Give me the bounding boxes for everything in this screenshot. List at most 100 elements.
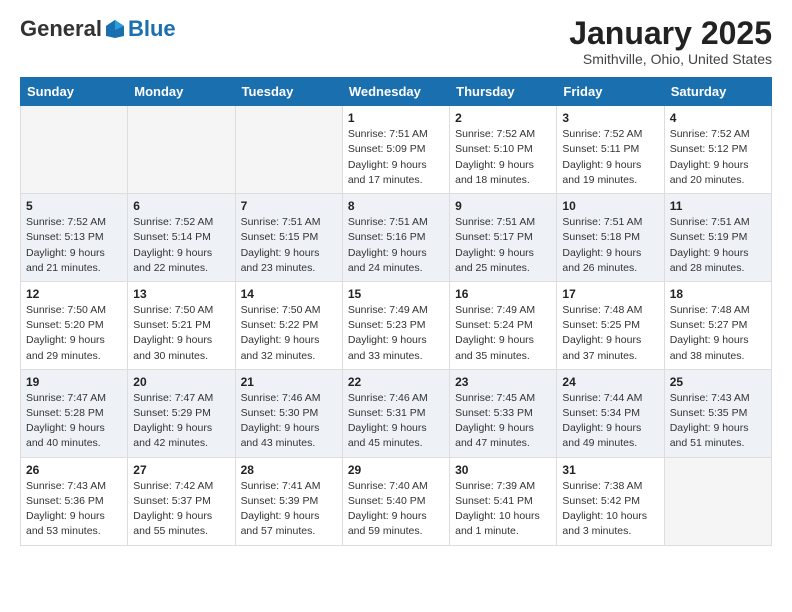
calendar-header-row: SundayMondayTuesdayWednesdayThursdayFrid… bbox=[21, 78, 772, 106]
day-cell: 14 Sunrise: 7:50 AM Sunset: 5:22 PM Dayli… bbox=[235, 281, 342, 369]
day-number: 4 bbox=[670, 111, 766, 125]
day-cell: 8 Sunrise: 7:51 AM Sunset: 5:16 PM Daylig… bbox=[342, 194, 449, 282]
day-cell: 11 Sunrise: 7:51 AM Sunset: 5:19 PM Dayli… bbox=[664, 194, 771, 282]
day-info: Sunrise: 7:50 AM Sunset: 5:21 PM Dayligh… bbox=[133, 303, 229, 364]
day-number: 19 bbox=[26, 375, 122, 389]
day-number: 21 bbox=[241, 375, 337, 389]
day-info: Sunrise: 7:51 AM Sunset: 5:17 PM Dayligh… bbox=[455, 215, 551, 276]
day-info: Sunrise: 7:48 AM Sunset: 5:25 PM Dayligh… bbox=[562, 303, 658, 364]
day-cell: 3Sunrise: 7:52 AM Sunset: 5:11 PM Daylig… bbox=[557, 106, 664, 194]
day-number: 11 bbox=[670, 199, 766, 213]
day-cell: 12Sunrise: 7:50 AM Sunset: 5:20 PM Dayli… bbox=[21, 281, 128, 369]
day-cell: 23Sunrise: 7:45 AM Sunset: 5:33 PM Dayli… bbox=[450, 369, 557, 457]
day-number: 27 bbox=[133, 463, 229, 477]
day-number: 23 bbox=[455, 375, 551, 389]
day-cell: 17 Sunrise: 7:48 AM Sunset: 5:25 PM Dayli… bbox=[557, 281, 664, 369]
day-cell: 19 Sunrise: 7:47 AM Sunset: 5:28 PM Dayli… bbox=[21, 369, 128, 457]
day-number: 18 bbox=[670, 287, 766, 301]
day-info: Sunrise: 7:52 AM Sunset: 5:12 PM Dayligh… bbox=[670, 127, 766, 188]
day-info: Sunrise: 7:50 AM Sunset: 5:22 PM Dayligh… bbox=[241, 303, 337, 364]
day-info: Sunrise: 7:52 AM Sunset: 5:11 PM Dayligh… bbox=[562, 127, 658, 188]
day-info: Sunrise: 7:41 AM Sunset: 5:39 PM Dayligh… bbox=[241, 479, 337, 540]
day-cell: 5Sunrise: 7:52 AM Sunset: 5:13 PM Daylig… bbox=[21, 194, 128, 282]
calendar-week-row: 1 Sunrise: 7:51 AM Sunset: 5:09 PM Daylig… bbox=[21, 106, 772, 194]
day-info: Sunrise: 7:51 AM Sunset: 5:19 PM Dayligh… bbox=[670, 215, 766, 276]
day-info: Sunrise: 7:51 AM Sunset: 5:16 PM Dayligh… bbox=[348, 215, 444, 276]
day-cell: 22Sunrise: 7:46 AM Sunset: 5:31 PM Dayli… bbox=[342, 369, 449, 457]
day-cell: 27 Sunrise: 7:42 AM Sunset: 5:37 PM Dayli… bbox=[128, 457, 235, 545]
empty-cell bbox=[21, 106, 128, 194]
day-cell: 13 Sunrise: 7:50 AM Sunset: 5:21 PM Dayli… bbox=[128, 281, 235, 369]
day-info: Sunrise: 7:52 AM Sunset: 5:10 PM Dayligh… bbox=[455, 127, 551, 188]
day-cell: 6Sunrise: 7:52 AM Sunset: 5:14 PM Daylig… bbox=[128, 194, 235, 282]
day-header-wednesday: Wednesday bbox=[342, 78, 449, 106]
calendar-week-row: 26 Sunrise: 7:43 AM Sunset: 5:36 PM Dayli… bbox=[21, 457, 772, 545]
day-info: Sunrise: 7:49 AM Sunset: 5:24 PM Dayligh… bbox=[455, 303, 551, 364]
day-cell: 18 Sunrise: 7:48 AM Sunset: 5:27 PM Dayli… bbox=[664, 281, 771, 369]
day-cell: 29 Sunrise: 7:40 AM Sunset: 5:40 PM Dayli… bbox=[342, 457, 449, 545]
day-info: Sunrise: 7:52 AM Sunset: 5:13 PM Dayligh… bbox=[26, 215, 122, 276]
logo-text: General Blue bbox=[20, 16, 176, 42]
day-cell: 10Sunrise: 7:51 AM Sunset: 5:18 PM Dayli… bbox=[557, 194, 664, 282]
logo-general: General bbox=[20, 16, 102, 42]
day-cell: 26 Sunrise: 7:43 AM Sunset: 5:36 PM Dayli… bbox=[21, 457, 128, 545]
calendar-week-row: 5Sunrise: 7:52 AM Sunset: 5:13 PM Daylig… bbox=[21, 194, 772, 282]
day-number: 30 bbox=[455, 463, 551, 477]
day-cell: 15Sunrise: 7:49 AM Sunset: 5:23 PM Dayli… bbox=[342, 281, 449, 369]
day-cell: 21 Sunrise: 7:46 AM Sunset: 5:30 PM Dayli… bbox=[235, 369, 342, 457]
day-info: Sunrise: 7:51 AM Sunset: 5:09 PM Dayligh… bbox=[348, 127, 444, 188]
day-number: 17 bbox=[562, 287, 658, 301]
logo-icon bbox=[104, 18, 126, 40]
day-header-monday: Monday bbox=[128, 78, 235, 106]
day-cell: 30 Sunrise: 7:39 AM Sunset: 5:41 PM Dayli… bbox=[450, 457, 557, 545]
day-info: Sunrise: 7:47 AM Sunset: 5:28 PM Dayligh… bbox=[26, 391, 122, 452]
day-info: Sunrise: 7:48 AM Sunset: 5:27 PM Dayligh… bbox=[670, 303, 766, 364]
day-number: 20 bbox=[133, 375, 229, 389]
day-number: 26 bbox=[26, 463, 122, 477]
day-number: 25 bbox=[670, 375, 766, 389]
day-number: 10 bbox=[562, 199, 658, 213]
day-info: Sunrise: 7:40 AM Sunset: 5:40 PM Dayligh… bbox=[348, 479, 444, 540]
calendar-week-row: 12Sunrise: 7:50 AM Sunset: 5:20 PM Dayli… bbox=[21, 281, 772, 369]
month-title: January 2025 bbox=[569, 16, 772, 51]
day-number: 8 bbox=[348, 199, 444, 213]
day-number: 28 bbox=[241, 463, 337, 477]
day-number: 24 bbox=[562, 375, 658, 389]
page: General Blue January 2025 Smithville, Oh… bbox=[0, 0, 792, 562]
day-cell: 20Sunrise: 7:47 AM Sunset: 5:29 PM Dayli… bbox=[128, 369, 235, 457]
day-number: 29 bbox=[348, 463, 444, 477]
day-number: 13 bbox=[133, 287, 229, 301]
day-info: Sunrise: 7:43 AM Sunset: 5:36 PM Dayligh… bbox=[26, 479, 122, 540]
day-number: 14 bbox=[241, 287, 337, 301]
calendar-week-row: 19 Sunrise: 7:47 AM Sunset: 5:28 PM Dayli… bbox=[21, 369, 772, 457]
day-info: Sunrise: 7:46 AM Sunset: 5:31 PM Dayligh… bbox=[348, 391, 444, 452]
day-number: 7 bbox=[241, 199, 337, 213]
day-number: 9 bbox=[455, 199, 551, 213]
logo-blue: Blue bbox=[128, 16, 176, 42]
day-number: 2 bbox=[455, 111, 551, 125]
day-cell: 4 Sunrise: 7:52 AM Sunset: 5:12 PM Daylig… bbox=[664, 106, 771, 194]
day-header-saturday: Saturday bbox=[664, 78, 771, 106]
day-info: Sunrise: 7:46 AM Sunset: 5:30 PM Dayligh… bbox=[241, 391, 337, 452]
empty-cell bbox=[128, 106, 235, 194]
day-info: Sunrise: 7:44 AM Sunset: 5:34 PM Dayligh… bbox=[562, 391, 658, 452]
day-cell: 25 Sunrise: 7:43 AM Sunset: 5:35 PM Dayli… bbox=[664, 369, 771, 457]
calendar: SundayMondayTuesdayWednesdayThursdayFrid… bbox=[20, 77, 772, 545]
day-header-friday: Friday bbox=[557, 78, 664, 106]
day-info: Sunrise: 7:42 AM Sunset: 5:37 PM Dayligh… bbox=[133, 479, 229, 540]
day-info: Sunrise: 7:43 AM Sunset: 5:35 PM Dayligh… bbox=[670, 391, 766, 452]
day-cell: 9 Sunrise: 7:51 AM Sunset: 5:17 PM Daylig… bbox=[450, 194, 557, 282]
title-block: January 2025 Smithville, Ohio, United St… bbox=[569, 16, 772, 67]
day-info: Sunrise: 7:51 AM Sunset: 5:15 PM Dayligh… bbox=[241, 215, 337, 276]
day-info: Sunrise: 7:38 AM Sunset: 5:42 PM Dayligh… bbox=[562, 479, 658, 540]
day-cell: 7 Sunrise: 7:51 AM Sunset: 5:15 PM Daylig… bbox=[235, 194, 342, 282]
day-cell: 1 Sunrise: 7:51 AM Sunset: 5:09 PM Daylig… bbox=[342, 106, 449, 194]
header: General Blue January 2025 Smithville, Oh… bbox=[20, 16, 772, 67]
location: Smithville, Ohio, United States bbox=[569, 51, 772, 67]
day-number: 16 bbox=[455, 287, 551, 301]
day-info: Sunrise: 7:39 AM Sunset: 5:41 PM Dayligh… bbox=[455, 479, 551, 540]
day-header-tuesday: Tuesday bbox=[235, 78, 342, 106]
day-cell: 31Sunrise: 7:38 AM Sunset: 5:42 PM Dayli… bbox=[557, 457, 664, 545]
day-cell: 2 Sunrise: 7:52 AM Sunset: 5:10 PM Daylig… bbox=[450, 106, 557, 194]
day-number: 1 bbox=[348, 111, 444, 125]
